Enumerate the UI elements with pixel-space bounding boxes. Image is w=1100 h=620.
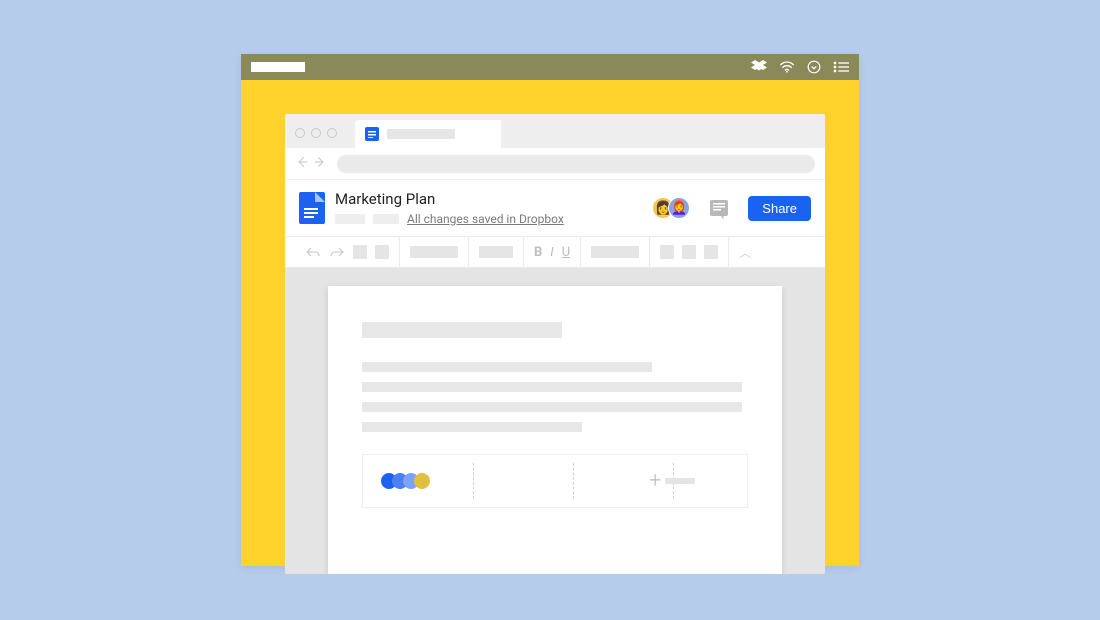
timeline-divider (573, 463, 574, 499)
timeline-divider (473, 463, 474, 499)
os-menubar (241, 54, 859, 80)
italic-button[interactable]: I (550, 245, 553, 260)
timeline-chart: + (362, 454, 748, 508)
tab-title-placeholder (387, 129, 455, 139)
comment-icon[interactable] (710, 200, 728, 216)
back-icon[interactable] (295, 154, 309, 173)
bold-button[interactable]: B (534, 245, 542, 260)
address-bar[interactable] (337, 155, 815, 173)
menu-placeholder[interactable] (373, 214, 399, 224)
toolbar-dropdown[interactable] (591, 246, 639, 258)
minimize-icon[interactable] (311, 128, 321, 138)
save-status[interactable]: All changes saved in Dropbox (407, 212, 564, 226)
doc-header: Marketing Plan All changes saved in Drop… (285, 180, 825, 236)
collaborator-avatars[interactable]: 👩 👩‍🦰 (652, 197, 690, 219)
browser-nav-bar (285, 148, 825, 180)
toolbar-button[interactable] (353, 245, 367, 259)
underline-button[interactable]: U (562, 245, 570, 260)
browser-tab-active[interactable] (355, 120, 471, 148)
dropbox-icon[interactable] (751, 60, 767, 74)
window-controls[interactable] (295, 128, 337, 138)
clock-icon[interactable] (807, 60, 821, 74)
menu-placeholder[interactable] (335, 214, 365, 224)
timeline-dots (381, 473, 430, 489)
forward-icon[interactable] (313, 154, 327, 173)
document-icon (299, 192, 325, 224)
document-title[interactable]: Marketing Plan (335, 190, 642, 208)
toolbar-button[interactable] (704, 245, 718, 259)
avatar[interactable]: 👩‍🦰 (668, 197, 690, 219)
timeline-bar (665, 478, 695, 484)
toolbar-button[interactable] (375, 245, 389, 259)
text-line-placeholder (362, 382, 742, 392)
text-line-placeholder (362, 362, 652, 372)
os-window: Marketing Plan All changes saved in Drop… (241, 54, 859, 566)
formatting-toolbar: B I U ︿ (285, 236, 825, 268)
menubar-status-icons (751, 60, 849, 74)
heading-placeholder (362, 322, 562, 338)
wifi-icon[interactable] (779, 61, 795, 73)
toolbar-button[interactable] (682, 245, 696, 259)
text-line-placeholder (362, 422, 582, 432)
timeline-dot (414, 473, 430, 489)
toolbar-button[interactable] (660, 245, 674, 259)
text-line-placeholder (362, 402, 742, 412)
docs-favicon-icon (365, 127, 379, 141)
chevron-up-icon[interactable]: ︿ (739, 244, 751, 261)
share-button[interactable]: Share (748, 196, 811, 221)
new-tab-region[interactable] (471, 120, 501, 148)
browser-window: Marketing Plan All changes saved in Drop… (285, 114, 825, 574)
list-icon[interactable] (833, 61, 849, 73)
undo-icon[interactable] (305, 243, 321, 262)
toolbar-dropdown[interactable] (410, 246, 458, 258)
tab-strip (285, 114, 825, 148)
plus-icon[interactable]: + (649, 469, 661, 494)
close-icon[interactable] (295, 128, 305, 138)
document-canvas: + (285, 268, 825, 574)
maximize-icon[interactable] (327, 128, 337, 138)
toolbar-dropdown[interactable] (479, 246, 513, 258)
document-page[interactable]: + (328, 286, 782, 574)
app-menu-placeholder (251, 62, 305, 72)
redo-icon[interactable] (329, 243, 345, 262)
